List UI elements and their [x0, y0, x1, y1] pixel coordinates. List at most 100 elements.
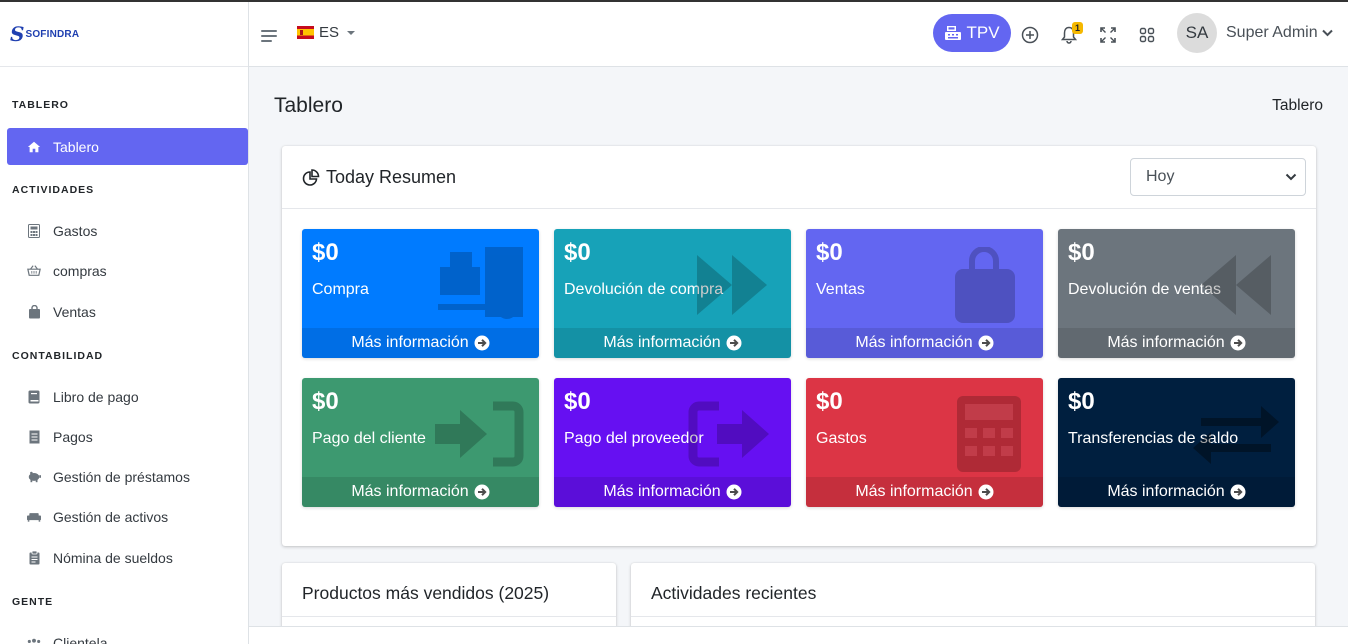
exchange-icon	[1193, 406, 1279, 464]
menu-toggle-icon[interactable]	[261, 30, 277, 45]
panel-title: Actividades recientes	[651, 583, 817, 603]
sidebar-item-label: compras	[53, 262, 107, 279]
sidebar: S SOFINDRA TABLERO Tablero ACTIVIDADES G…	[0, 2, 249, 644]
chevron-down-icon	[1321, 29, 1333, 37]
arrow-circle-right-icon	[978, 484, 994, 500]
sign-in-icon	[435, 401, 524, 467]
spain-flag-icon	[297, 26, 314, 39]
arrow-circle-right-icon	[474, 484, 490, 500]
stat-box-devolucion-compra: $0 Devolución de compra Más información	[554, 229, 791, 358]
stat-amount: $0	[312, 239, 339, 266]
tpv-button[interactable]: TPV	[933, 14, 1011, 52]
couch-icon	[27, 510, 41, 524]
stat-amount: $0	[564, 388, 591, 415]
period-select[interactable]: Hoy	[1130, 158, 1306, 196]
stat-box-compra: $0 Compra Más información	[302, 229, 539, 358]
tpv-label: TPV	[966, 23, 1000, 42]
card-title: Today Resumen	[302, 167, 456, 188]
stat-label: Ventas	[816, 281, 865, 298]
page-title: Tablero	[274, 94, 343, 117]
more-info-link[interactable]: Más información	[302, 328, 539, 358]
user-menu[interactable]: Super Admin	[1226, 24, 1333, 42]
stat-box-pago-cliente: $0 Pago del cliente Más información	[302, 378, 539, 507]
sidebar-item-tablero[interactable]: Tablero	[7, 128, 248, 165]
logo-text: SOFINDRA	[25, 28, 80, 40]
breadcrumb[interactable]: Tablero	[1220, 97, 1323, 115]
sidebar-item-libro-de-pago[interactable]: Libro de pago	[7, 378, 248, 415]
stat-box-gastos: $0 Gastos Más información	[806, 378, 1043, 507]
clipboard-icon	[27, 550, 41, 565]
shopping-bag-icon	[27, 304, 41, 319]
stat-amount: $0	[816, 388, 843, 415]
card-header: Today Resumen Hoy	[282, 146, 1316, 209]
fullscreen-icon[interactable]	[1099, 26, 1117, 44]
sidebar-item-gestion-activos[interactable]: Gestión de activos	[7, 498, 248, 535]
sidebar-item-ventas[interactable]: Ventas	[7, 293, 248, 330]
piggy-bank-icon	[27, 470, 41, 484]
calculator-icon	[27, 223, 41, 238]
sidebar-item-pagos[interactable]: Pagos	[7, 418, 248, 455]
book-icon	[27, 390, 41, 404]
add-circle-icon[interactable]	[1021, 26, 1039, 44]
stat-box-pago-proveedor: $0 Pago del proveedor Más información	[554, 378, 791, 507]
arrow-circle-right-icon	[978, 335, 994, 351]
more-info-link[interactable]: Más información	[806, 477, 1043, 507]
users-icon	[27, 636, 41, 644]
panel-title: Productos más vendidos (2025)	[302, 583, 550, 603]
nav-header-actividades: ACTIVIDADES	[12, 184, 95, 196]
sidebar-item-label: Libro de pago	[53, 388, 139, 405]
more-info-link[interactable]: Más información	[1058, 328, 1295, 358]
sidebar-item-label: Gastos	[53, 222, 98, 239]
receipt-icon	[27, 430, 41, 444]
basket-icon	[27, 264, 41, 278]
sidebar-item-clientela[interactable]: Clientela	[7, 624, 248, 644]
sidebar-item-gastos[interactable]: Gastos	[7, 212, 248, 249]
arrow-circle-right-icon	[726, 335, 742, 351]
stat-amount: $0	[816, 239, 843, 266]
arrow-circle-right-icon	[726, 484, 742, 500]
sidebar-item-label: Tablero	[53, 138, 99, 155]
stat-label: Pago del proveedor	[564, 430, 704, 447]
more-info-link[interactable]: Más información	[302, 477, 539, 507]
notification-badge: 1	[1072, 22, 1083, 34]
caret-down-icon	[347, 30, 356, 35]
more-info-link[interactable]: Más información	[806, 328, 1043, 358]
stat-label: Compra	[312, 281, 369, 298]
sidebar-item-compras[interactable]: compras	[7, 252, 248, 289]
cash-register-icon	[945, 26, 962, 40]
avatar[interactable]: SA	[1177, 13, 1217, 53]
stat-box-devolucion-ventas: $0 Devolución de ventas Más información	[1058, 229, 1295, 358]
pie-chart-icon	[302, 168, 320, 186]
nav-header-gente: GENTE	[12, 596, 54, 608]
apps-grid-icon[interactable]	[1138, 26, 1156, 44]
logo-mark: S	[10, 22, 25, 46]
stat-box-ventas: $0 Ventas Más información	[806, 229, 1043, 358]
sidebar-item-gestion-prestamos[interactable]: Gestión de préstamos	[7, 458, 248, 495]
sidebar-item-label: Gestión de préstamos	[53, 468, 190, 485]
user-name: Super Admin	[1226, 24, 1318, 41]
stat-amount: $0	[1068, 388, 1095, 415]
arrow-circle-right-icon	[1230, 484, 1246, 500]
language-selector[interactable]: ES	[297, 24, 356, 41]
more-info-link[interactable]: Más información	[554, 328, 791, 358]
sidebar-item-nomina[interactable]: Nómina de sueldos	[7, 539, 248, 576]
stat-amount: $0	[1068, 239, 1095, 266]
more-info-link[interactable]: Más información	[554, 477, 791, 507]
stat-label: Pago del cliente	[312, 430, 426, 447]
stat-label: Gastos	[816, 430, 867, 447]
sidebar-item-label: Pagos	[53, 428, 93, 445]
forward-icon	[697, 255, 767, 315]
sidebar-item-label: Ventas	[53, 303, 96, 320]
backward-icon	[1201, 255, 1271, 315]
calculator-icon	[957, 396, 1021, 472]
nav-header-contabilidad: CONTABILIDAD	[12, 350, 104, 362]
more-info-link[interactable]: Más información	[1058, 477, 1295, 507]
stat-amount: $0	[564, 239, 591, 266]
dolly-icon	[438, 247, 523, 319]
nav-header-tablero: TABLERO	[12, 99, 69, 111]
stat-amount: $0	[312, 388, 339, 415]
arrow-circle-right-icon	[1230, 335, 1246, 351]
today-summary-card: Today Resumen Hoy $0 Compra Más informac…	[282, 146, 1316, 546]
brand-logo[interactable]: S SOFINDRA	[0, 2, 248, 67]
sidebar-item-label: Nómina de sueldos	[53, 549, 173, 566]
